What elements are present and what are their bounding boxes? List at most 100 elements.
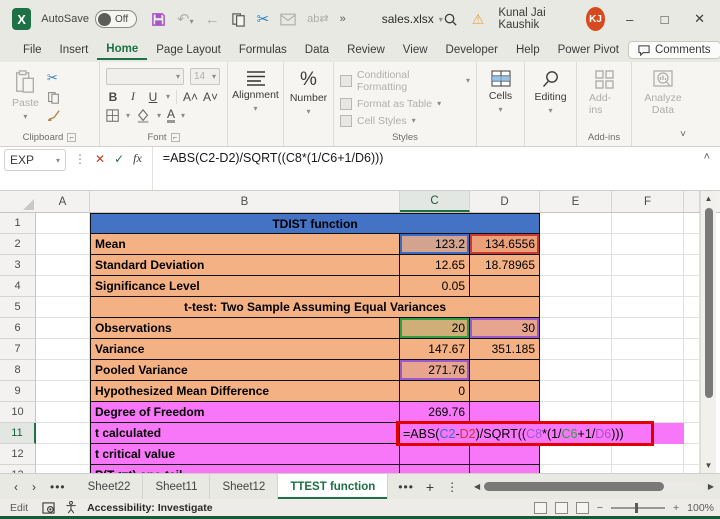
row-header-5[interactable]: 5 bbox=[0, 297, 36, 318]
save-icon[interactable] bbox=[151, 12, 166, 27]
cell-b11[interactable]: t calculated bbox=[90, 423, 400, 444]
cell-d2[interactable]: 134.6556 bbox=[470, 234, 540, 255]
cell-f2[interactable] bbox=[612, 234, 684, 255]
cell-b9[interactable]: Hypothesized Mean Difference bbox=[90, 381, 400, 402]
sheet-tab-sheet22[interactable]: Sheet22 bbox=[76, 474, 144, 499]
cell-f13[interactable] bbox=[612, 465, 684, 473]
cell-styles-button[interactable]: Cell Styles ▾ bbox=[338, 112, 472, 129]
row-header-1[interactable]: 1 bbox=[0, 213, 36, 234]
cell-g11[interactable] bbox=[684, 423, 700, 444]
cell-b10[interactable]: Degree of Freedom bbox=[90, 402, 400, 423]
cell-c6[interactable]: 20 bbox=[400, 318, 470, 339]
row-header-10[interactable]: 10 bbox=[0, 402, 36, 423]
cell-g13[interactable] bbox=[684, 465, 700, 473]
cell-b1-merged[interactable]: TDIST function bbox=[90, 213, 540, 234]
cell-b6[interactable]: Observations bbox=[90, 318, 400, 339]
autosave-control[interactable]: AutoSave Off bbox=[41, 10, 137, 28]
cell-b5-merged[interactable]: t-test: Two Sample Assuming Equal Varian… bbox=[90, 297, 540, 318]
page-layout-view-icon[interactable] bbox=[555, 502, 568, 514]
vertical-scrollbar[interactable]: ▲ ▼ bbox=[700, 191, 716, 473]
user-name[interactable]: Kunal Jai Kaushik bbox=[498, 7, 572, 31]
insert-function-icon[interactable]: fx bbox=[133, 151, 142, 166]
more-commands-icon[interactable]: » bbox=[340, 14, 346, 25]
cell-c7[interactable]: 147.67 bbox=[400, 339, 470, 360]
tab-home[interactable]: Home bbox=[97, 40, 147, 60]
cell-a7[interactable] bbox=[36, 339, 90, 360]
minimize-button[interactable]: – bbox=[619, 12, 640, 27]
zoom-in-icon[interactable]: + bbox=[673, 502, 679, 514]
tab-page-layout[interactable]: Page Layout bbox=[147, 41, 230, 59]
cell-b12[interactable]: t critical value bbox=[90, 444, 400, 465]
scroll-left-icon[interactable]: ◀ bbox=[474, 482, 480, 491]
zoom-slider[interactable] bbox=[611, 507, 665, 509]
row-header-6[interactable]: 6 bbox=[0, 318, 36, 339]
enter-icon[interactable]: ✓ bbox=[114, 152, 124, 166]
cell-e2[interactable] bbox=[540, 234, 612, 255]
sheet-list-icon[interactable]: ••• bbox=[50, 480, 66, 494]
cell-a10[interactable] bbox=[36, 402, 90, 423]
cell-e6[interactable] bbox=[540, 318, 612, 339]
sheet-tab-ttest-function[interactable]: TTEST function bbox=[278, 474, 388, 499]
cell-g1[interactable] bbox=[684, 213, 700, 234]
cell-c2[interactable]: 123.2 bbox=[400, 234, 470, 255]
cell-g6[interactable] bbox=[684, 318, 700, 339]
copy-icon[interactable] bbox=[47, 91, 60, 104]
cell-a11[interactable] bbox=[36, 423, 90, 444]
macro-record-icon[interactable] bbox=[42, 502, 55, 514]
cell-c8[interactable]: 271.76 bbox=[400, 360, 470, 381]
sheet-options-icon[interactable]: ⋮ bbox=[446, 480, 458, 494]
sheet-nav-right-icon[interactable]: › bbox=[32, 480, 36, 494]
sheet-nav-left-icon[interactable]: ‹ bbox=[14, 480, 18, 494]
fill-color-icon[interactable] bbox=[136, 109, 151, 123]
cell-c13[interactable] bbox=[400, 465, 470, 473]
cell-f12[interactable] bbox=[612, 444, 684, 465]
cell-c9[interactable]: 0 bbox=[400, 381, 470, 402]
redo-icon[interactable]: ← bbox=[205, 12, 220, 27]
cell-d6[interactable]: 30 bbox=[470, 318, 540, 339]
cell-a3[interactable] bbox=[36, 255, 90, 276]
font-color-icon[interactable]: A bbox=[167, 108, 175, 123]
cell-e7[interactable] bbox=[540, 339, 612, 360]
chevron-down-icon[interactable]: ▾ bbox=[126, 111, 130, 120]
collapse-formula-bar-icon[interactable]: ˄ bbox=[704, 147, 720, 163]
cell-b2[interactable]: Mean bbox=[90, 234, 400, 255]
cell-e8[interactable] bbox=[540, 360, 612, 381]
cell-g8[interactable] bbox=[684, 360, 700, 381]
row-header-12[interactable]: 12 bbox=[0, 444, 36, 465]
scroll-up-icon[interactable]: ▲ bbox=[705, 191, 713, 206]
number-button[interactable]: % Number ▾ bbox=[288, 66, 329, 120]
paste-button[interactable]: Paste ▾ bbox=[4, 66, 47, 125]
column-header-c[interactable]: C bbox=[400, 191, 470, 212]
cell-a2[interactable] bbox=[36, 234, 90, 255]
editing-button[interactable]: Editing ▾ bbox=[529, 66, 572, 119]
sheet-tab-sheet12[interactable]: Sheet12 bbox=[210, 474, 278, 499]
cell-f6[interactable] bbox=[612, 318, 684, 339]
bold-button[interactable]: B bbox=[106, 90, 120, 104]
cell-c10[interactable]: 269.76 bbox=[400, 402, 470, 423]
scroll-down-icon[interactable]: ▼ bbox=[705, 458, 713, 473]
cell-a4[interactable] bbox=[36, 276, 90, 297]
normal-view-icon[interactable] bbox=[534, 502, 547, 514]
decrease-font-size-button[interactable]: A˅ bbox=[203, 90, 217, 104]
find-replace-icon[interactable]: ab⇄ bbox=[307, 14, 328, 25]
chevron-down-icon[interactable]: ▾ bbox=[181, 111, 185, 120]
cut-icon[interactable]: ✂ bbox=[47, 70, 61, 86]
formula-input[interactable]: =ABS(C2-D2)/SQRT((C8*(1/C6+1/D6))) bbox=[152, 147, 704, 190]
cell-e1[interactable] bbox=[540, 213, 612, 234]
cell-f1[interactable] bbox=[612, 213, 684, 234]
cell-a8[interactable] bbox=[36, 360, 90, 381]
row-header-7[interactable]: 7 bbox=[0, 339, 36, 360]
cell-d13[interactable] bbox=[470, 465, 540, 473]
collapse-ribbon-icon[interactable]: ˅ bbox=[680, 129, 686, 140]
cell-a9[interactable] bbox=[36, 381, 90, 402]
cell-c4[interactable]: 0.05 bbox=[400, 276, 470, 297]
analyze-data-button[interactable]: Analyze Data bbox=[636, 66, 690, 120]
cell-g9[interactable] bbox=[684, 381, 700, 402]
cell-e4[interactable] bbox=[540, 276, 612, 297]
scroll-right-icon[interactable]: ▶ bbox=[708, 482, 714, 491]
horizontal-scrollbar[interactable]: ◀ ▶ bbox=[474, 474, 720, 499]
column-header-f[interactable]: F bbox=[612, 191, 684, 212]
accessibility-status[interactable]: Accessibility: Investigate bbox=[87, 502, 212, 514]
zoom-level[interactable]: 100% bbox=[687, 502, 714, 514]
cell-a5[interactable] bbox=[36, 297, 90, 318]
